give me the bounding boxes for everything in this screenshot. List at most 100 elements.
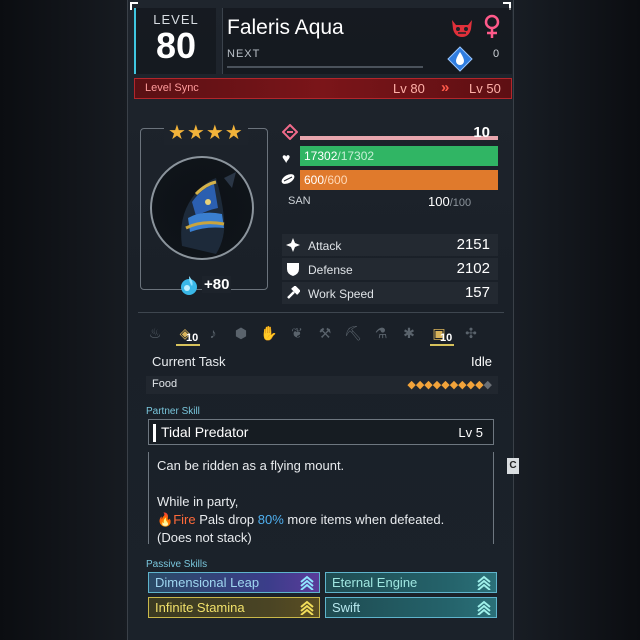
level-sync-arrow: »	[441, 79, 450, 96]
partner-skill-box[interactable]: Tidal Predator Lv 5	[148, 419, 494, 445]
female-icon	[484, 14, 500, 38]
rank-up-icon	[477, 600, 491, 615]
level-sync-to: Lv 50	[469, 81, 501, 96]
trust-icon	[282, 124, 298, 140]
fire-keyword: Fire	[173, 512, 196, 527]
pal-portrait	[150, 156, 254, 260]
defense-label: Defense	[308, 263, 353, 277]
rank-up-icon	[300, 600, 314, 615]
current-task-label: Current Task	[152, 354, 226, 369]
level-sync-from: Lv 80	[393, 81, 425, 96]
mining-icon[interactable]: ⛏	[344, 324, 362, 342]
expand-tab[interactable]: C	[507, 458, 519, 474]
level-box: LEVEL 80	[134, 8, 216, 74]
food-icons-filled: ◆◆◆◆◆◆◆◆◆	[407, 379, 484, 391]
level-value: 80	[155, 25, 197, 66]
hunger-current: 600	[304, 173, 325, 187]
san-label: SAN	[288, 195, 311, 207]
water-element-icon	[447, 46, 473, 72]
food-icons-empty: ◆	[483, 379, 492, 391]
kindling-icon[interactable]: ♨	[146, 324, 164, 342]
defense-row: Defense 2102	[282, 258, 498, 280]
description-line-2: While in party,	[157, 494, 239, 509]
section-divider	[138, 312, 504, 313]
background-right	[514, 0, 640, 640]
fire-icon: 🔥	[157, 512, 174, 527]
work-speed-label: Work Speed	[308, 287, 374, 301]
level-sync-label: Level Sync	[145, 82, 199, 94]
san-current: 100	[428, 194, 450, 209]
hp-text: 17302/17302	[304, 149, 374, 163]
current-task-value: Idle	[471, 354, 492, 369]
planting-icon[interactable]: ♪	[204, 324, 222, 342]
work-speed-icon	[287, 286, 300, 299]
defense-value: 2102	[456, 260, 490, 277]
passive-skill-swift[interactable]: Swift	[325, 597, 497, 618]
rank-up-icon	[300, 575, 314, 590]
description-mid: Pals drop	[195, 512, 258, 527]
medicine-icon[interactable]: ⚗	[372, 324, 390, 342]
description-line-3: 🔥Fire Pals drop 80% more items when defe…	[157, 512, 444, 528]
description-line-1: Can be ridden as a flying mount.	[157, 458, 345, 473]
attack-icon	[286, 238, 300, 252]
passive-skill-eternal-engine[interactable]: Eternal Engine	[325, 572, 497, 593]
passive-skill-name: Swift	[332, 600, 361, 615]
partner-skill-description: Can be ridden as a flying mount. While i…	[148, 452, 494, 545]
heart-icon: ♥	[282, 150, 291, 166]
food-consumption-icons: ◆◆◆◆◆◆◆◆◆◆	[407, 378, 492, 391]
rank-up-icon	[477, 575, 491, 590]
shield-icon	[287, 263, 299, 276]
hunger-max: /600	[324, 173, 348, 187]
gathering-icon[interactable]: ❦	[288, 324, 306, 342]
soul-enhance-value: +80	[202, 276, 232, 293]
san-value: 100/100	[428, 194, 471, 209]
hunger-bar: 600/600	[300, 170, 498, 190]
name-box: Faleris Aqua NEXT 0	[222, 8, 512, 74]
attack-value: 2151	[456, 236, 490, 253]
cooling-icon[interactable]: ✱	[400, 324, 418, 342]
lumbering-icon[interactable]: ⚒	[316, 324, 334, 342]
food-icon	[281, 174, 295, 184]
pal-portrait-image	[181, 172, 236, 254]
passive-skill-infinite-stamina[interactable]: Infinite Stamina	[148, 597, 320, 618]
san-row: SAN 100/100	[282, 192, 498, 212]
passive-skill-name: Eternal Engine	[332, 575, 418, 590]
level-sync-bar: Level Sync Lv 80 » Lv 50	[134, 78, 512, 99]
food-consumption-row: Food ◆◆◆◆◆◆◆◆◆◆	[146, 376, 498, 394]
passive-skill-name: Dimensional Leap	[155, 575, 260, 590]
exp-bar	[227, 66, 423, 68]
partner-skill-marker	[153, 424, 156, 442]
work-speed-row: Work Speed 157	[282, 282, 498, 304]
partner-skill-name: Tidal Predator	[161, 424, 249, 440]
trust-value: 10	[473, 124, 490, 141]
description-line-4: (Does not stack)	[157, 530, 252, 545]
partner-skill-label: Partner Skill	[146, 406, 200, 417]
farming-icon[interactable]: ✣	[462, 324, 480, 342]
san-max: /100	[449, 197, 472, 209]
description-end: more items when defeated.	[283, 512, 445, 527]
hp-max: /17302	[337, 149, 375, 163]
attack-label: Attack	[308, 239, 342, 253]
passive-skill-name: Infinite Stamina	[155, 600, 245, 615]
current-task-row: Current Task Idle	[146, 352, 498, 370]
next-exp-value: 0	[493, 48, 500, 60]
watering-level: 10	[186, 332, 199, 344]
work-suitability-row: ♨ ◈ 10 ♪ ⬢ ✋ ❦ ⚒ ⛏ ⚗ ✱ ▣ 10 ✣	[146, 322, 498, 346]
electricity-icon[interactable]: ⬢	[232, 324, 250, 342]
passive-skill-dimensional-leap[interactable]: Dimensional Leap	[148, 572, 320, 593]
rank-stars: ★★★★	[164, 120, 248, 145]
demon-face-icon	[452, 20, 472, 37]
handiwork-icon[interactable]: ✋	[260, 324, 278, 342]
watering-underline	[176, 344, 200, 346]
work-speed-value: 157	[464, 284, 490, 301]
hp-bar: 17302/17302	[300, 146, 498, 166]
background-left	[0, 0, 128, 640]
hunger-text: 600/600	[304, 173, 347, 187]
transporting-level: 10	[440, 332, 453, 344]
next-exp-label: NEXT	[227, 48, 261, 60]
pal-summary-panel: LEVEL 80 Faleris Aqua NEXT 0 Level Sync …	[127, 0, 514, 640]
pal-name[interactable]: Faleris Aqua	[227, 16, 344, 40]
transporting-underline	[430, 344, 454, 346]
hp-current: 17302	[304, 149, 338, 163]
food-label: Food	[152, 378, 178, 390]
